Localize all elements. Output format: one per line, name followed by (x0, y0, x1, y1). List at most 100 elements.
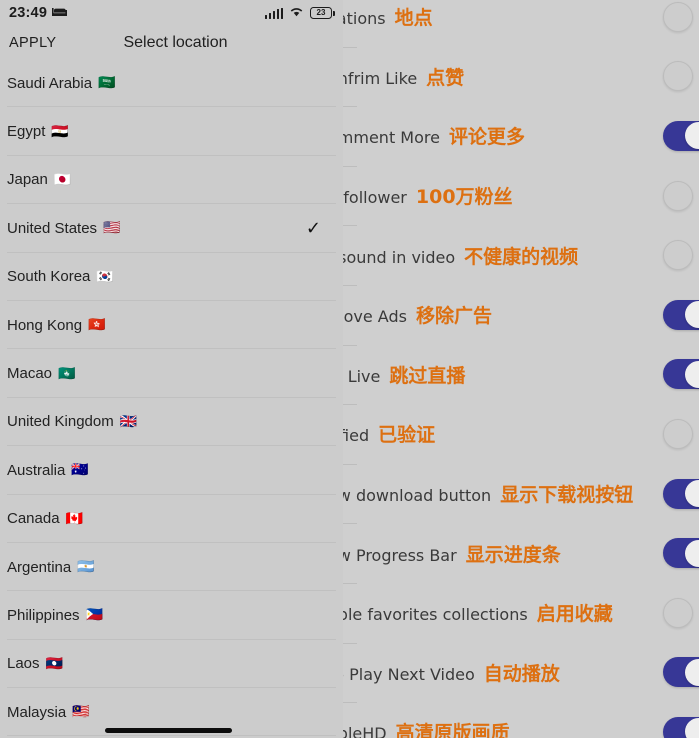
country-row[interactable]: Japan 🇯🇵 (0, 156, 343, 205)
settings-panel: cations 地点 onfrim Like 点赞 omment More 评论更多 1 f… (343, 0, 699, 738)
status-bar-right: 23 (264, 4, 335, 22)
setting-row[interactable]: 1 follower 100万粉丝 (343, 165, 699, 226)
status-bar: 23:49 23 (0, 0, 343, 26)
setting-row[interactable]: cations 地点 (343, 0, 699, 47)
country-list[interactable]: Saudi Arabia 🇸🇦 Egypt 🇪🇬 Japan 🇯🇵 United State… (0, 59, 343, 737)
toggle-knob (663, 418, 693, 449)
setting-labels: nsound in video 不健康的视频 (343, 242, 699, 269)
setting-label-zh: 点赞 (426, 66, 465, 89)
location-picker-panel: 23:49 23 APPLY Select location Saudi Ara… (0, 0, 343, 738)
setting-label-zh: 100万粉丝 (415, 186, 513, 209)
country-flag-icon: 🇱🇦 (45, 655, 63, 672)
apply-button[interactable]: APPLY (6, 33, 59, 53)
country-row[interactable]: Philippines 🇵🇭 (0, 591, 343, 641)
country-row[interactable]: Laos 🇱🇦 (0, 640, 343, 689)
setting-label-en: able favorites collections (343, 605, 528, 625)
country-flag-icon: 🇭🇰 (88, 317, 106, 334)
country-row[interactable]: Canada 🇨🇦 (0, 495, 343, 544)
setting-row[interactable]: able favorites collections 启用收藏 (343, 582, 699, 643)
setting-labels: onfrim Like 点赞 (343, 63, 699, 90)
country-name: Malaysia (7, 703, 67, 721)
toggle-knob (663, 61, 693, 92)
setting-toggle[interactable] (663, 240, 699, 271)
setting-label-en: move Ads (343, 307, 407, 327)
wifi-icon (289, 4, 304, 22)
setting-label-zh: 已验证 (378, 424, 436, 447)
country-flag-icon: 🇰🇷 (96, 268, 114, 285)
country-name: Egypt (7, 123, 46, 141)
setting-labels: 1 follower 100万粉丝 (343, 182, 699, 209)
setting-label-zh: 地点 (394, 7, 433, 30)
setting-toggle[interactable] (663, 478, 699, 509)
setting-label-zh: 移除广告 (415, 305, 492, 328)
status-time: 23:49 (9, 5, 48, 21)
gesture-home-bar[interactable] (105, 728, 232, 733)
setting-row[interactable]: move Ads 移除广告 (343, 284, 699, 345)
setting-toggle[interactable] (663, 418, 699, 449)
setting-labels: cations 地点 (343, 3, 699, 30)
setting-toggle[interactable] (663, 597, 699, 628)
setting-labels: able favorites collections 启用收藏 (343, 599, 699, 626)
setting-row[interactable]: onfrim Like 点赞 (343, 46, 699, 107)
setting-toggle[interactable] (663, 657, 699, 688)
setting-labels: ow Progress Bar 显示进度条 (343, 540, 699, 567)
setting-label-zh: 自动播放 (483, 662, 560, 685)
setting-row[interactable]: ow download button 显示下载视按钮 (343, 463, 699, 524)
country-row[interactable]: Argentina 🇦🇷 (0, 543, 343, 592)
toggle-knob (684, 658, 699, 686)
country-row[interactable]: Saudi Arabia 🇸🇦 (0, 59, 343, 108)
setting-label-en: ip Live (343, 366, 381, 386)
setting-label-zh: 高清原版画质 (395, 722, 510, 738)
toggle-knob (684, 360, 699, 388)
toggle-knob (684, 718, 699, 738)
setting-label-zh: 启用收藏 (536, 603, 613, 626)
toggle-knob (663, 240, 693, 271)
setting-row[interactable]: omment More 评论更多 (343, 106, 699, 166)
setting-labels: ow download button 显示下载视按钮 (343, 480, 699, 507)
setting-row[interactable]: to Play Next Video 自动播放 (343, 642, 699, 703)
country-name: Hong Kong (7, 316, 83, 334)
country-name: Canada (7, 510, 60, 528)
country-row[interactable]: Hong Kong 🇭🇰 (0, 301, 343, 350)
setting-toggle[interactable] (663, 359, 699, 390)
settings-list[interactable]: cations 地点 onfrim Like 点赞 omment More 评论更多 1 f… (343, 0, 699, 738)
country-row[interactable]: Macao 🇲🇴 (0, 349, 343, 399)
country-name: Philippines (7, 606, 80, 624)
setting-labels: to Play Next Video 自动播放 (343, 659, 699, 686)
country-flag-icon: 🇦🇷 (77, 559, 95, 576)
country-flag-icon: 🇬🇧 (119, 413, 138, 430)
setting-label-en: onfrim Like (343, 68, 418, 88)
setting-toggle[interactable] (663, 61, 699, 92)
country-flag-icon: 🇨🇦 (65, 510, 83, 527)
country-flag-icon: 🇵🇭 (85, 607, 103, 624)
setting-label-zh: 显示进度条 (465, 543, 561, 566)
country-flag-icon: 🇺🇸 (103, 220, 121, 237)
setting-row[interactable]: nsound in video 不健康的视频 (343, 225, 699, 285)
country-flag-icon: 🇲🇴 (58, 365, 76, 382)
country-row[interactable]: United States 🇺🇸 ✓ (0, 204, 343, 253)
setting-row[interactable]: ip Live 跳过直播 (343, 344, 699, 405)
setting-toggle[interactable] (663, 1, 699, 32)
toggle-knob (663, 597, 693, 628)
country-row[interactable]: Australia 🇦🇺 (0, 446, 343, 495)
country-name: Saudi Arabia (7, 74, 93, 92)
setting-labels: move Ads 移除广告 (343, 301, 699, 328)
setting-labels: rified 已验证 (343, 420, 699, 447)
setting-label-en: omment More (343, 128, 440, 148)
country-flag-icon: 🇦🇺 (71, 462, 89, 479)
setting-toggle[interactable] (663, 538, 699, 569)
setting-row[interactable]: ow Progress Bar 显示进度条 (343, 523, 699, 583)
country-row[interactable]: South Korea 🇰🇷 (0, 253, 343, 302)
country-row[interactable]: Egypt 🇪🇬 (0, 107, 343, 157)
setting-toggle[interactable] (663, 299, 699, 330)
setting-row[interactable]: rified 已验证 (343, 404, 699, 464)
setting-labels: ip Live 跳过直播 (343, 361, 699, 388)
setting-toggle[interactable] (663, 716, 699, 738)
setting-toggle[interactable] (663, 120, 699, 151)
country-flag-icon: 🇯🇵 (53, 171, 72, 188)
checkmark-icon: ✓ (305, 218, 321, 239)
setting-row[interactable]: ableHD 高清原版画质 (343, 702, 699, 738)
toggle-knob (663, 180, 693, 211)
setting-toggle[interactable] (663, 180, 699, 211)
country-row[interactable]: United Kingdom 🇬🇧 (0, 398, 343, 447)
